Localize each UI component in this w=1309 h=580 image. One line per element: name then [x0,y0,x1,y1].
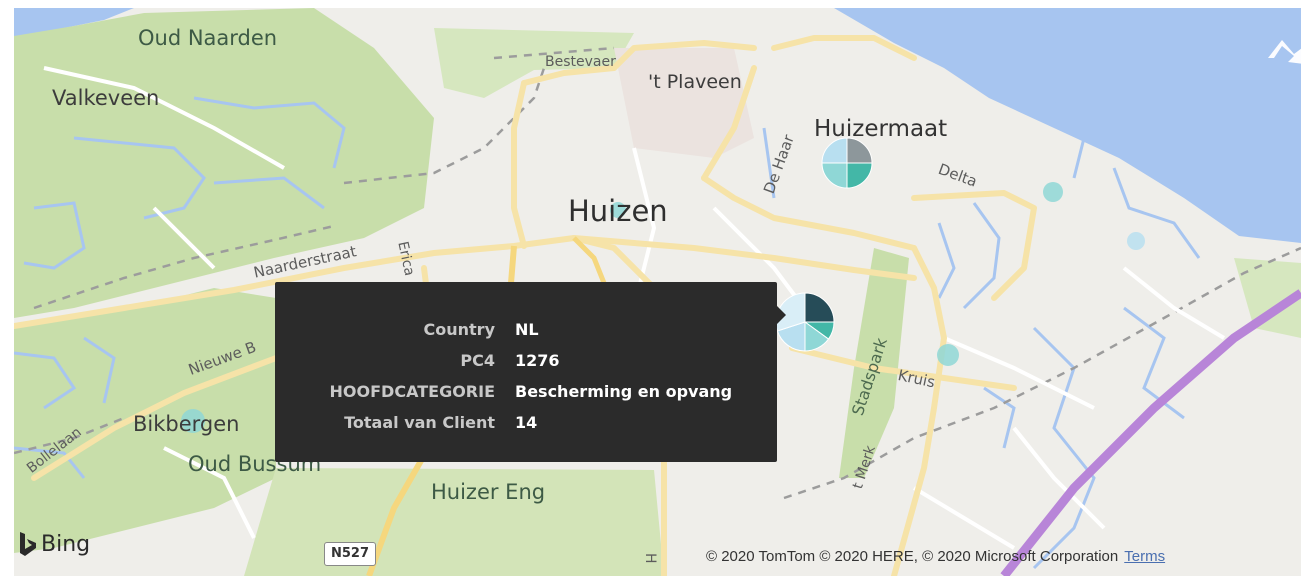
tooltip-value: NL [515,320,539,339]
tooltip-key: PC4 [460,351,495,370]
label-huizen: Huizen [568,194,668,228]
map-visual: Oud Naarden Valkeveen Bestevaer 't Plave… [0,0,1309,580]
tooltip-key: Totaal van Client [344,413,495,432]
bing-logo[interactable]: Bing [19,531,90,557]
pie-slice [804,292,835,323]
tooltip-key: HOOFDCATEGORIE [329,382,495,401]
bing-label: Bing [41,531,91,557]
road-shield-n527: N527 [324,542,377,566]
pie-slice [937,344,959,366]
label-valkeveen: Valkeveen [52,86,160,110]
label-huizer-eng: Huizer Eng [431,480,546,504]
label-t-plaveen: 't Plaveen [648,71,742,93]
attribution-text: © 2020 TomTom © 2020 HERE, © 2020 Micros… [706,548,1119,565]
bing-icon [20,532,36,556]
map-attribution: © 2020 TomTom © 2020 HERE, © 2020 Micros… [706,548,1165,565]
north-arrow-icon[interactable] [1264,34,1306,73]
pie-marker[interactable] [1127,232,1145,250]
pie-marker[interactable] [1043,182,1063,202]
tooltip-pointer [777,306,786,324]
label-bestevaer: Bestevaer [545,54,616,70]
tooltip-value: 14 [515,413,538,432]
label-bikbergen: Bikbergen [133,412,240,436]
tooltip-row-pc4: PC4 1276 [275,345,777,376]
terms-link[interactable]: Terms [1124,548,1165,565]
pie-slice [821,162,848,189]
pie-slice [1127,232,1145,250]
pie-slice [1043,182,1063,202]
label-huizermaat: Huizermaat [814,116,948,142]
label-h-road: H [642,553,658,564]
tooltip-key: Country [423,320,495,339]
data-tooltip: Country NL PC4 1276 HOOFDCATEGORIE Besch… [275,282,777,462]
label-oud-naarden: Oud Naarden [138,26,278,50]
pie-slice [846,162,873,189]
tooltip-row-country: Country NL [275,314,777,345]
tooltip-row-totaal: Totaal van Client 14 [275,407,777,438]
pie-marker[interactable] [821,137,873,189]
tooltip-value: 1276 [515,351,560,370]
pie-marker[interactable] [937,344,959,366]
tooltip-row-hoofdcategorie: HOOFDCATEGORIE Bescherming en opvang [275,376,777,407]
tooltip-value: Bescherming en opvang [515,382,733,401]
